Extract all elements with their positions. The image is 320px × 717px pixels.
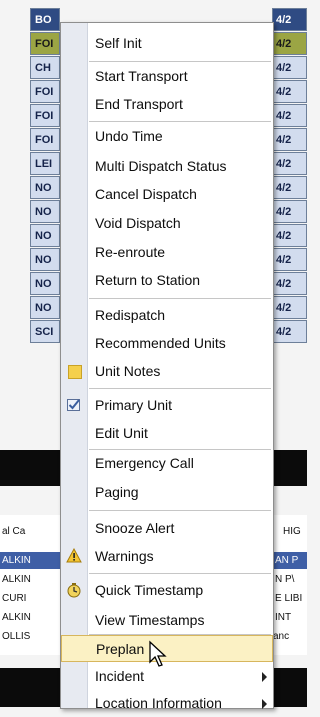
menu-item-label: Incident	[95, 668, 145, 684]
panel-cell: ALKIN	[2, 574, 31, 585]
menu-item-label: Unit Notes	[95, 363, 161, 379]
menu-item-label: Start Transport	[95, 68, 188, 84]
menu-item-redispatch[interactable]: Redispatch	[61, 302, 273, 329]
menu-separator	[89, 573, 271, 574]
grid-header-cell[interactable]: 4/2	[272, 8, 307, 31]
grid-row[interactable]: NO	[30, 248, 60, 271]
grid-row[interactable]: NO	[30, 200, 60, 223]
menu-item-end-transport[interactable]: End Transport	[61, 91, 273, 118]
menu-item-snooze-alert[interactable]: Snooze Alert	[61, 515, 273, 542]
grid-row[interactable]: 4/2	[272, 272, 307, 295]
grid-row[interactable]: 4/2	[272, 296, 307, 319]
menu-item-label: Preplan	[96, 641, 145, 657]
menu-item-start-transport[interactable]: Start Transport	[61, 63, 273, 90]
menu-separator	[89, 510, 271, 511]
menu-item-label: Edit Unit	[95, 425, 148, 441]
grid-header-cell[interactable]: BO	[30, 8, 60, 31]
grid-row[interactable]: NO	[30, 296, 60, 319]
menu-item-quick-timestamp[interactable]: Quick Timestamp	[61, 577, 273, 604]
grid-row[interactable]: CH	[30, 56, 60, 79]
menu-item-label: Void Dispatch	[95, 215, 181, 231]
panel-cell: N P\	[275, 574, 295, 585]
grid-row[interactable]: 4/2	[272, 56, 307, 79]
unit-context-menu: Self Init Start Transport End Transport …	[60, 22, 274, 711]
submenu-arrow-icon	[262, 672, 267, 682]
incident-grid-left: BO FOI CH FOI FOI FOI LEI NO NO NO NO NO…	[30, 8, 60, 428]
grid-row[interactable]: 4/2	[272, 104, 307, 127]
menu-item-label: Undo Time	[95, 128, 163, 144]
submenu-arrow-icon	[262, 699, 267, 709]
menu-item-emergency-call[interactable]: Emergency Call	[61, 450, 273, 477]
menu-item-void-dispatch[interactable]: Void Dispatch	[61, 210, 273, 237]
menu-item-label: Snooze Alert	[95, 520, 175, 536]
menu-item-label: End Transport	[95, 96, 183, 112]
menu-item-paging[interactable]: Paging	[61, 479, 273, 506]
menu-item-label: Cancel Dispatch	[95, 186, 197, 202]
menu-item-label: Emergency Call	[95, 455, 194, 471]
panel-header-right[interactable]: HIG	[283, 523, 307, 540]
menu-item-label: Quick Timestamp	[95, 582, 204, 598]
clock-icon	[66, 582, 82, 598]
grid-row[interactable]: FOI	[30, 80, 60, 103]
menu-item-warnings[interactable]: Warnings	[61, 543, 273, 570]
grid-row-selected[interactable]: FOI	[30, 32, 60, 55]
menu-separator	[89, 61, 271, 62]
grid-row[interactable]: 4/2	[272, 224, 307, 247]
panel-cell: ALKIN	[2, 612, 31, 623]
menu-item-self-init[interactable]: Self Init	[61, 30, 273, 57]
menu-item-undo-time[interactable]: Undo Time	[61, 123, 273, 150]
grid-row[interactable]: 4/2	[272, 80, 307, 103]
menu-item-label: Multi Dispatch Status	[95, 158, 227, 174]
menu-item-edit-unit[interactable]: Edit Unit	[61, 420, 273, 447]
grid-row[interactable]: 4/2	[272, 176, 307, 199]
panel-cell: INT	[275, 612, 292, 623]
panel-cell: AN P	[275, 555, 299, 566]
menu-item-label: Warnings	[95, 548, 154, 564]
panel-cell: ALKIN	[2, 555, 31, 566]
menu-separator	[89, 298, 271, 299]
menu-item-label: Return to Station	[95, 272, 201, 288]
menu-item-view-timestamps[interactable]: View Timestamps	[61, 607, 273, 634]
grid-row[interactable]: SCI	[30, 320, 60, 343]
grid-row[interactable]: LEI	[30, 152, 60, 175]
menu-item-recommended-units[interactable]: Recommended Units	[61, 330, 273, 357]
menu-item-label: Re-enroute	[95, 244, 166, 260]
panel-cell: CURI	[2, 593, 27, 604]
menu-item-label: Self Init	[95, 35, 142, 51]
grid-row[interactable]: NO	[30, 272, 60, 295]
menu-separator	[89, 121, 271, 122]
menu-item-unit-notes[interactable]: Unit Notes	[61, 358, 273, 385]
menu-item-label: Paging	[95, 484, 139, 500]
grid-row[interactable]: 4/2	[272, 152, 307, 175]
menu-item-re-enroute[interactable]: Re-enroute	[61, 239, 273, 266]
grid-row[interactable]: FOI	[30, 104, 60, 127]
menu-item-location-information[interactable]: Location Information	[61, 690, 273, 717]
grid-row-selected[interactable]: 4/2	[272, 32, 307, 55]
grid-row[interactable]: 4/2	[272, 200, 307, 223]
checkbox-icon	[66, 397, 82, 413]
panel-header-left[interactable]: al Ca	[2, 523, 57, 540]
menu-separator	[89, 388, 271, 389]
warning-icon	[66, 547, 82, 564]
grid-row[interactable]: 4/2	[272, 128, 307, 151]
menu-item-label: Location Information	[95, 695, 222, 711]
menu-item-primary-unit[interactable]: Primary Unit	[61, 392, 273, 419]
menu-item-return-to-station[interactable]: Return to Station	[61, 267, 273, 294]
grid-row[interactable]: FOI	[30, 128, 60, 151]
grid-row[interactable]: NO	[30, 176, 60, 199]
menu-item-label: Primary Unit	[95, 397, 173, 413]
menu-item-label: View Timestamps	[95, 612, 205, 628]
menu-item-cancel-dispatch[interactable]: Cancel Dispatch	[61, 181, 273, 208]
grid-row[interactable]: NO	[30, 224, 60, 247]
panel-cell: OLLIS	[2, 631, 31, 642]
grid-row[interactable]: 4/2	[272, 320, 307, 343]
incident-grid-right: 4/2 4/2 4/2 4/2 4/2 4/2 4/2 4/2 4/2 4/2 …	[272, 8, 307, 428]
menu-item-label: Redispatch	[95, 307, 166, 323]
menu-item-label: Recommended Units	[95, 335, 226, 351]
mouse-cursor-icon	[149, 640, 167, 667]
menu-item-multi-dispatch-status[interactable]: Multi Dispatch Status	[61, 153, 273, 180]
note-icon	[66, 363, 82, 379]
panel-cell: E LIBI	[275, 593, 303, 604]
grid-row[interactable]: 4/2	[272, 248, 307, 271]
